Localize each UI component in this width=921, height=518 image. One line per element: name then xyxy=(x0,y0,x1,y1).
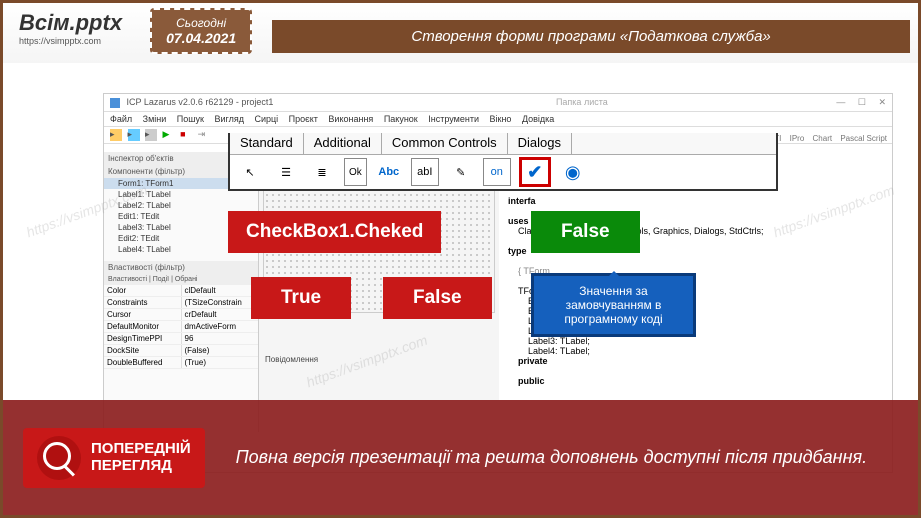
palette-tab-common[interactable]: Common Controls xyxy=(382,133,508,154)
ide-title-text: ICP Lazarus v2.0.6 r62129 - project1 xyxy=(127,97,274,107)
property-grid: ColorclDefault Constraints(TSizeConstrai… xyxy=(104,285,258,369)
top-bar: Всім.pptx https://vsimpptx.com Сьогодні … xyxy=(3,3,918,63)
bottom-overlay: ПОПЕРЕДНІЙ ПЕРЕГЛЯД Повна версія презент… xyxy=(3,400,918,515)
app-icon xyxy=(110,98,120,108)
magnifier-icon xyxy=(37,436,81,480)
callout-false-green: False xyxy=(531,211,640,253)
preview-line2: ПЕРЕГЛЯД xyxy=(91,458,191,475)
prop-defaultmonitor[interactable]: DefaultMonitordmActiveForm xyxy=(104,321,258,333)
palette-tab-dialogs[interactable]: Dialogs xyxy=(508,133,572,154)
menu-run[interactable]: Виконання xyxy=(328,114,373,124)
menu-help[interactable]: Довідка xyxy=(522,114,554,124)
radiobutton-icon[interactable]: ◉ xyxy=(559,158,587,186)
prop-tabs[interactable]: Властивості | Події | Обрані xyxy=(104,274,258,285)
close-icon[interactable]: ✕ xyxy=(878,97,886,107)
date-value: 07.04.2021 xyxy=(166,30,236,46)
callout-false-red: False xyxy=(383,277,492,319)
menu-window[interactable]: Вікно xyxy=(490,114,512,124)
maximize-icon[interactable]: ☐ xyxy=(858,97,866,107)
object-inspector: Інспектор об'єктів Компоненти (фільтр) F… xyxy=(104,152,259,432)
menu-view[interactable]: Вигляд xyxy=(214,114,244,124)
edit-icon[interactable]: abI xyxy=(411,158,439,186)
button-icon[interactable]: Ok xyxy=(344,158,367,186)
tool-run-icon[interactable]: ▶ xyxy=(163,129,175,141)
checkbox-icon[interactable]: ✔ xyxy=(519,157,551,187)
date-badge: Сьогодні 07.04.2021 xyxy=(150,8,252,54)
tool-save-icon[interactable]: ▸ xyxy=(145,129,157,141)
tool-open-icon[interactable]: ▸ xyxy=(128,129,140,141)
menu-source[interactable]: Сирці xyxy=(254,114,278,124)
prop-docksite[interactable]: DockSite(False) xyxy=(104,345,258,357)
menu-search[interactable]: Пошук xyxy=(177,114,204,124)
palette-tabs: Standard Additional Common Controls Dial… xyxy=(230,133,776,155)
date-label: Сьогодні xyxy=(166,16,236,30)
prop-constraints[interactable]: Constraints(TSizeConstrain xyxy=(104,297,258,309)
tool-new-icon[interactable]: ▸ xyxy=(110,129,122,141)
mainmenu-icon[interactable]: ☰ xyxy=(272,158,300,186)
tab-ipro[interactable]: IPro xyxy=(790,134,805,143)
menu-file[interactable]: Файл xyxy=(110,114,132,124)
preview-badge[interactable]: ПОПЕРЕДНІЙ ПЕРЕГЛЯД xyxy=(23,428,205,488)
callout-default-value: Значення за замовчуванням в програмному … xyxy=(531,273,696,337)
tab-chart[interactable]: Chart xyxy=(813,134,833,143)
callout-checked: CheckBox1.Cheked xyxy=(228,211,441,253)
label-icon[interactable]: Abc xyxy=(375,158,403,186)
prop-designtimeppi[interactable]: DesignTimePPI96 xyxy=(104,333,258,345)
messages-title: Повідомлення xyxy=(263,353,495,366)
top-label: Папка листа xyxy=(556,97,608,107)
menu-package[interactable]: Пакунок xyxy=(384,114,418,124)
togglebox-icon[interactable]: on xyxy=(483,158,511,186)
memo-icon[interactable]: ✎ xyxy=(447,158,475,186)
callout-true: True xyxy=(251,277,351,319)
palette-tab-standard[interactable]: Standard xyxy=(230,133,304,154)
logo-title: Всім.pptx xyxy=(19,10,122,36)
popupmenu-icon[interactable]: ≣ xyxy=(308,158,336,186)
window-controls: — ☐ ✕ xyxy=(826,97,886,108)
minimize-icon[interactable]: — xyxy=(836,97,845,107)
tool-pause-icon[interactable]: ■ xyxy=(180,129,192,141)
menu-bar: Файл Зміни Пошук Вигляд Сирці Проєкт Вик… xyxy=(104,112,892,127)
component-palette: Standard Additional Common Controls Dial… xyxy=(228,133,778,191)
logo-url: https://vsimpptx.com xyxy=(19,36,122,46)
logo: Всім.pptx https://vsimpptx.com xyxy=(11,8,130,48)
props-header: Властивості (фільтр) xyxy=(104,261,258,274)
tool-step-icon[interactable]: ⇥ xyxy=(198,129,210,141)
ide-titlebar: ICP Lazarus v2.0.6 r62129 - project1 Пап… xyxy=(104,94,892,112)
slide-title: Створення форми програми «Податкова служ… xyxy=(272,20,910,53)
menu-tools[interactable]: Інструменти xyxy=(428,114,479,124)
bottom-message: Повна версія презентації та решта доповн… xyxy=(205,447,898,468)
tree-label2[interactable]: Label2: TLabel xyxy=(104,200,258,211)
prop-color[interactable]: ColorclDefault xyxy=(104,285,258,297)
menu-edit[interactable]: Зміни xyxy=(143,114,167,124)
palette-tab-additional[interactable]: Additional xyxy=(304,133,382,154)
prop-doublebuffered[interactable]: DoubleBuffered(True) xyxy=(104,357,258,369)
prop-cursor[interactable]: CursorcrDefault xyxy=(104,309,258,321)
cursor-icon[interactable]: ↖ xyxy=(236,158,264,186)
preview-text: ПОПЕРЕДНІЙ ПЕРЕГЛЯД xyxy=(91,441,191,474)
tab-pascal[interactable]: Pascal Script xyxy=(840,134,887,143)
preview-line1: ПОПЕРЕДНІЙ xyxy=(91,441,191,458)
menu-project[interactable]: Проєкт xyxy=(289,114,318,124)
